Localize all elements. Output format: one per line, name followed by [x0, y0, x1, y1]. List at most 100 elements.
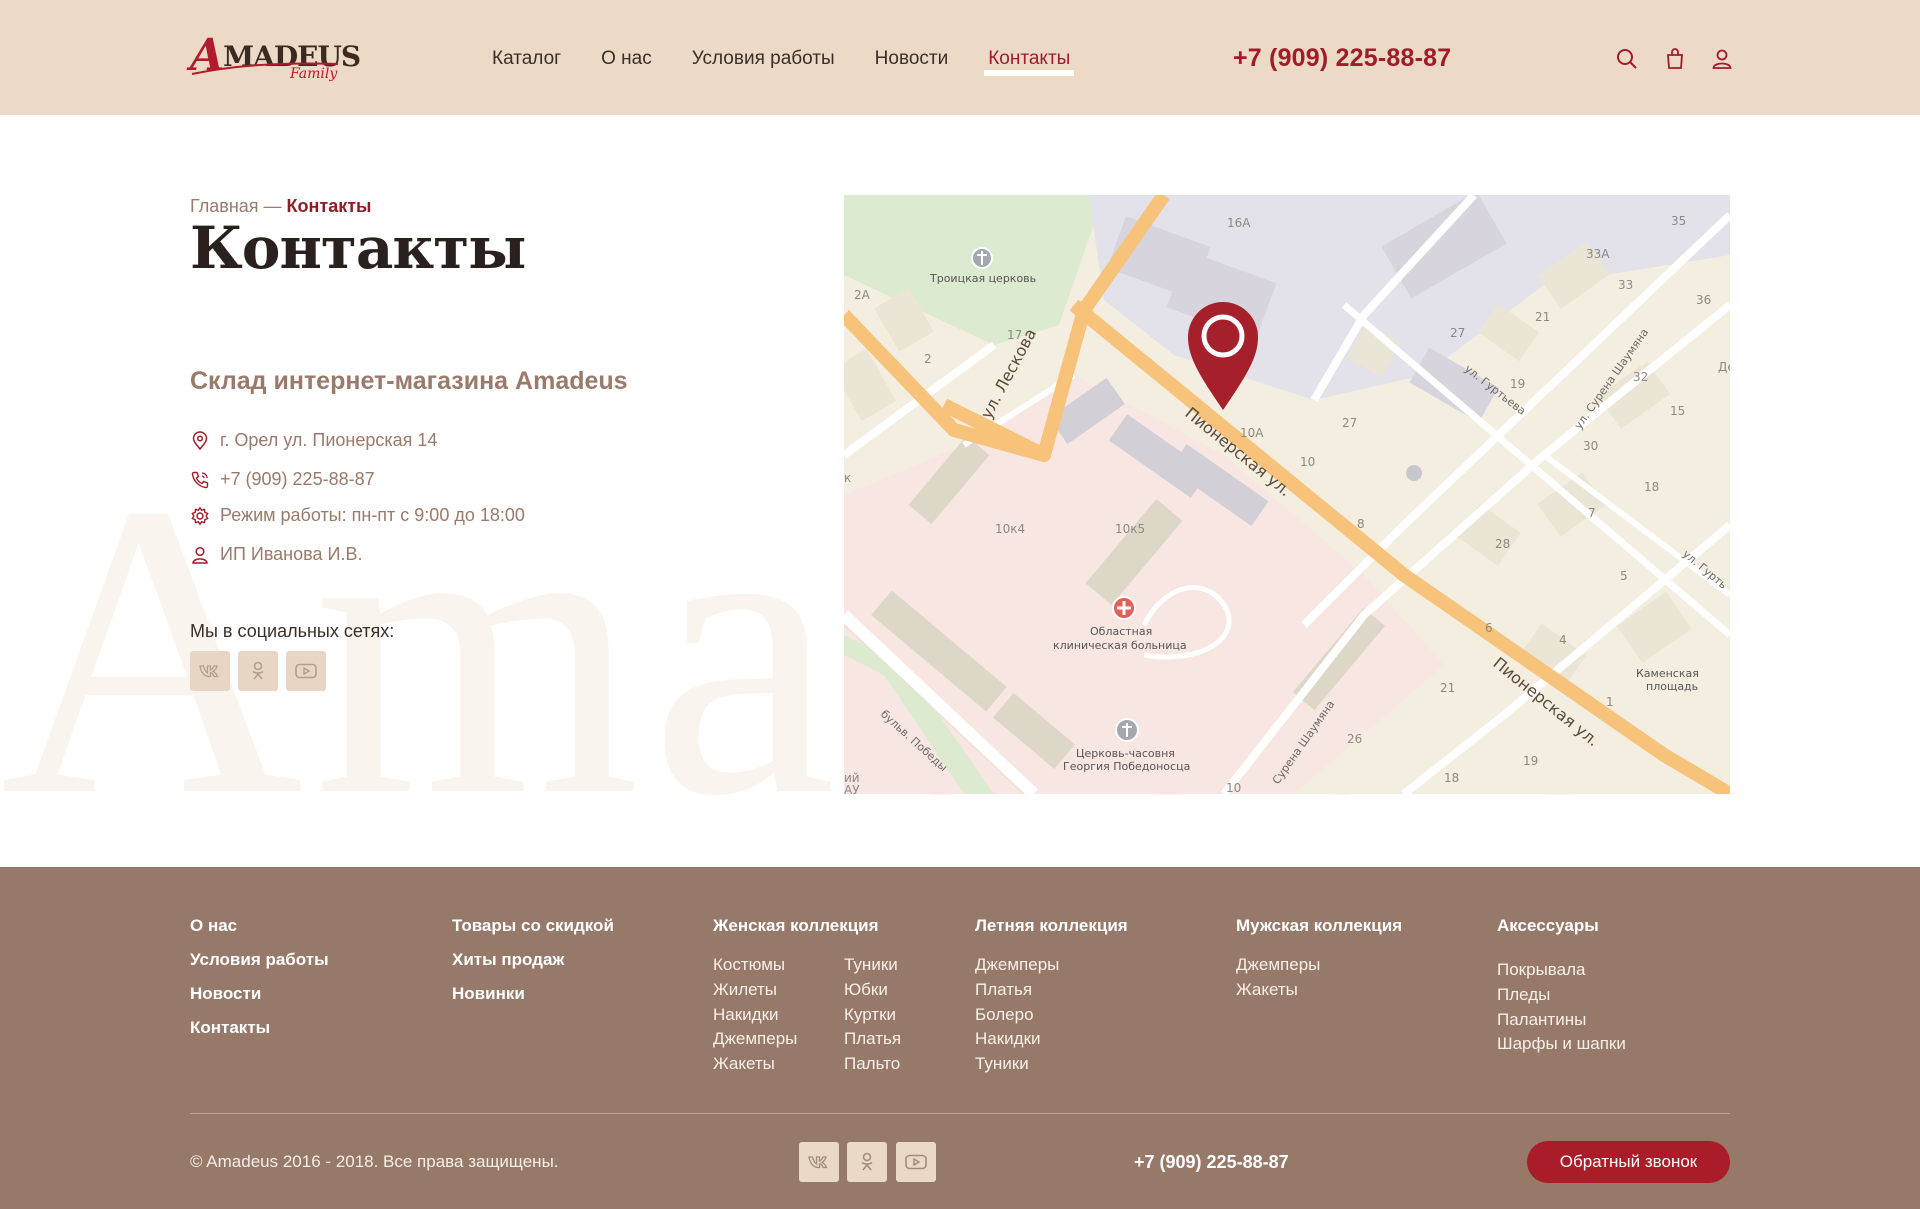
svg-text:Церковь-часовня: Церковь-часовня: [1076, 747, 1175, 760]
svg-text:18: 18: [1644, 480, 1659, 494]
svg-text:7: 7: [1588, 506, 1596, 520]
footer-men-title[interactable]: Мужская коллекция: [1236, 916, 1402, 936]
footer-odnoklassniki-button[interactable]: [847, 1142, 887, 1182]
svg-text:Троицкая церковь: Троицкая церковь: [929, 272, 1036, 285]
list-item[interactable]: Юбки: [844, 978, 901, 1003]
footer-link-contacts[interactable]: Контакты: [190, 1011, 329, 1045]
svg-text:10: 10: [1226, 781, 1241, 794]
svg-text:клиническая больница: клиническая больница: [1053, 639, 1187, 652]
footer-link-discounts[interactable]: Товары со скидкой: [452, 909, 614, 943]
hours-row: Режим работы: пн-пт с 9:00 до 18:00: [190, 505, 525, 526]
header-phone[interactable]: +7 (909) 225-88-87: [1233, 44, 1451, 73]
odnoklassniki-button[interactable]: [238, 651, 278, 691]
location-pin-icon: [192, 430, 208, 450]
store-phone[interactable]: +7 (909) 225-88-87: [220, 469, 375, 490]
footer-summer-title[interactable]: Летняя коллекция: [975, 916, 1128, 936]
location-map[interactable]: 16А 35 2А 33А 33 36 17 27 21 2 19 32 10А…: [844, 195, 1730, 794]
list-item[interactable]: Покрывала: [1497, 958, 1626, 983]
svg-text:21: 21: [1440, 681, 1455, 695]
user-icon[interactable]: [1710, 47, 1734, 71]
logo-subtitle: Family: [290, 66, 338, 82]
footer-link-terms[interactable]: Условия работы: [190, 943, 329, 977]
youtube-button[interactable]: [286, 651, 326, 691]
footer-link-news[interactable]: Новости: [190, 977, 329, 1011]
list-item[interactable]: Джемперы: [975, 953, 1059, 978]
footer-men-list: Джемперы Жакеты: [1236, 953, 1320, 1003]
list-item[interactable]: Костюмы: [713, 953, 797, 978]
breadcrumb-current: Контакты: [286, 196, 372, 216]
search-icon[interactable]: [1615, 47, 1639, 71]
svg-text:15: 15: [1670, 404, 1685, 418]
logo[interactable]: AMADEUS Family: [190, 26, 361, 90]
store-title: Склад интернет-магазина Amadeus: [190, 367, 628, 395]
svg-text:30: 30: [1583, 439, 1598, 453]
list-item[interactable]: Пледы: [1497, 983, 1626, 1008]
svg-text:19: 19: [1510, 377, 1525, 391]
nav-about[interactable]: О нас: [601, 48, 652, 70]
youtube-icon: [905, 1154, 927, 1170]
svg-text:21: 21: [1535, 310, 1550, 324]
list-item[interactable]: Платья: [975, 978, 1059, 1003]
list-item[interactable]: Джемперы: [1236, 953, 1320, 978]
odnoklassniki-icon: [252, 661, 264, 680]
gear-icon: [191, 506, 209, 525]
store-address: г. Орел ул. Пионерская 14: [220, 430, 438, 450]
cart-icon[interactable]: [1663, 47, 1687, 71]
list-item[interactable]: Куртки: [844, 1003, 901, 1028]
footer-women-title[interactable]: Женская коллекция: [713, 916, 879, 936]
footer-vk-button[interactable]: [799, 1142, 839, 1182]
vk-icon: [199, 665, 219, 678]
svg-text:18: 18: [1444, 771, 1459, 785]
svg-text:Де: Де: [1718, 360, 1730, 374]
svg-text:28: 28: [1495, 537, 1510, 551]
footer-link-bestsellers[interactable]: Хиты продаж: [452, 943, 614, 977]
callback-button[interactable]: Обратный звонок: [1527, 1141, 1730, 1183]
list-item[interactable]: Накидки: [713, 1003, 797, 1028]
odnoklassniki-icon: [861, 1152, 873, 1171]
footer-summer-list: Джемперы Платья Болеро Накидки Туники: [975, 953, 1059, 1077]
svg-text:1: 1: [1606, 695, 1614, 709]
svg-text:35: 35: [1671, 214, 1686, 228]
nav-catalog[interactable]: Каталог: [492, 48, 561, 70]
footer-phone[interactable]: +7 (909) 225-88-87: [1134, 1152, 1289, 1173]
footer-youtube-button[interactable]: [896, 1142, 936, 1182]
nav-contacts[interactable]: Контакты: [984, 48, 1075, 76]
list-item[interactable]: Накидки: [975, 1027, 1059, 1052]
svg-text:10к4: 10к4: [995, 522, 1025, 536]
store-hours: Режим работы: пн-пт с 9:00 до 18:00: [220, 505, 525, 525]
list-item[interactable]: Жилеты: [713, 978, 797, 1003]
list-item[interactable]: Палантины: [1497, 1008, 1626, 1033]
nav-news[interactable]: Новости: [875, 48, 949, 70]
footer-accessories-title[interactable]: Аксессуары: [1497, 916, 1599, 936]
footer-link-new[interactable]: Новинки: [452, 977, 614, 1011]
svg-text:Каменская: Каменская: [1636, 667, 1699, 680]
address-row: г. Орел ул. Пионерская 14: [190, 430, 437, 451]
user-icon: [192, 546, 208, 564]
list-item[interactable]: Джемперы: [713, 1027, 797, 1052]
vk-button[interactable]: [190, 651, 230, 691]
main-nav: Каталог О нас Условия работы Новости Кон…: [492, 48, 1110, 76]
list-item[interactable]: Туники: [844, 953, 901, 978]
vk-icon: [808, 1156, 828, 1169]
footer-women-list-left: Костюмы Жилеты Накидки Джемперы Жакеты: [713, 953, 797, 1077]
list-item[interactable]: Болеро: [975, 1003, 1059, 1028]
svg-text:4: 4: [1559, 633, 1567, 647]
svg-text:10: 10: [1300, 455, 1315, 469]
footer-link-about[interactable]: О нас: [190, 909, 329, 943]
svg-text:27: 27: [1342, 416, 1357, 430]
footer-links-promo: Товары со скидкой Хиты продаж Новинки: [452, 909, 614, 1011]
map-canvas[interactable]: 16А 35 2А 33А 33 36 17 27 21 2 19 32 10А…: [844, 195, 1730, 794]
list-item[interactable]: Жакеты: [1236, 978, 1320, 1003]
list-item[interactable]: Туники: [975, 1052, 1059, 1077]
owner-row: ИП Иванова И.В.: [190, 544, 362, 565]
svg-text:6: 6: [1485, 621, 1493, 635]
nav-terms[interactable]: Условия работы: [692, 48, 835, 70]
footer-women-list-right: Туники Юбки Куртки Платья Пальто: [844, 953, 901, 1077]
list-item[interactable]: Пальто: [844, 1052, 901, 1077]
breadcrumb-home[interactable]: Главная: [190, 196, 259, 216]
list-item[interactable]: Жакеты: [713, 1052, 797, 1077]
svg-text:8: 8: [1357, 517, 1365, 531]
list-item[interactable]: Шарфы и шапки: [1497, 1032, 1626, 1057]
list-item[interactable]: Платья: [844, 1027, 901, 1052]
page-title: Контакты: [190, 214, 526, 282]
